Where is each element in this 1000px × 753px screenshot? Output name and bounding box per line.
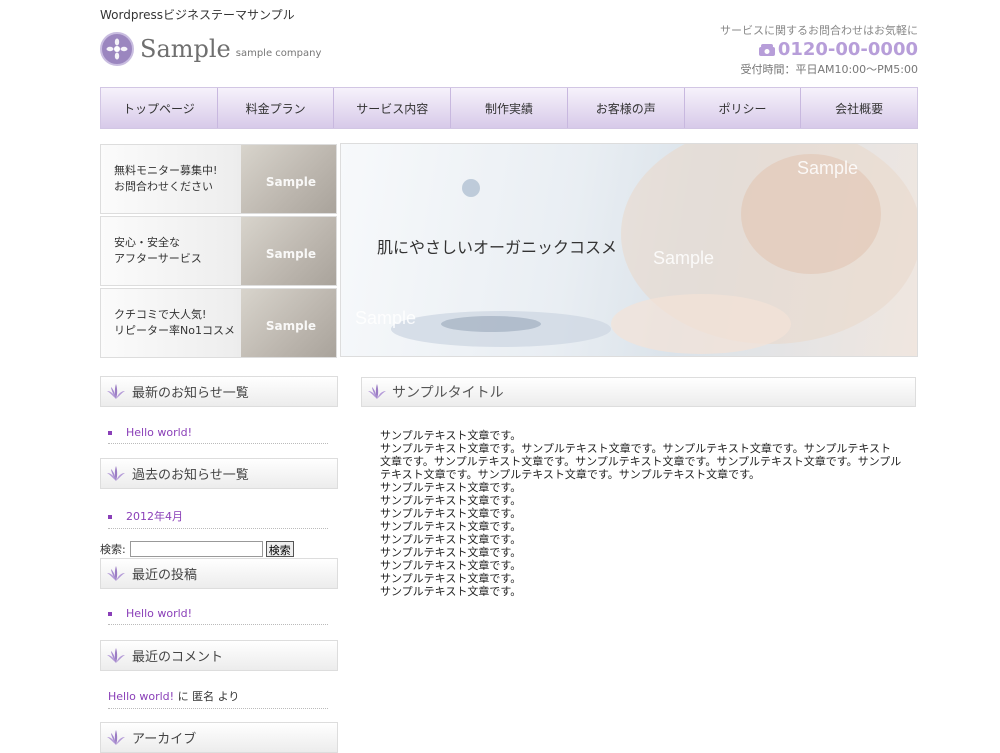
- logo-subtitle: sample company: [235, 48, 322, 59]
- phone-number: 0120-00-0000: [777, 39, 918, 60]
- banner-watermark: Sample: [265, 247, 316, 261]
- widget-title: 過去のお知らせ一覧: [132, 468, 249, 483]
- nav-item-testimonials[interactable]: お客様の声: [568, 88, 685, 128]
- nav-item-pricing[interactable]: 料金プラン: [218, 88, 335, 128]
- nav-item-services[interactable]: サービス内容: [334, 88, 452, 128]
- body-paragraph: サンプルテキスト文章です。: [380, 429, 522, 442]
- banner-aftercare[interactable]: 安心・安全な アフターサービス Sample: [100, 216, 337, 286]
- phone-icon: [758, 43, 775, 56]
- contact-block: サービスに関するお問合わせはお気軽に 0120-00-0000 受付時間：平日A…: [720, 22, 918, 77]
- recent-post-link[interactable]: Hello world!: [126, 607, 192, 620]
- site-logo[interactable]: Sample sample company: [100, 32, 321, 66]
- search-input[interactable]: [129, 541, 263, 557]
- list-item[interactable]: Hello world!: [108, 607, 328, 625]
- banner-monitor[interactable]: 無料モニター募集中! お問合わせください Sample: [100, 144, 337, 214]
- lotus-logo-icon: [100, 32, 134, 66]
- main-title-bar: サンプルタイトル: [361, 377, 916, 407]
- list-item[interactable]: 2012年4月: [108, 508, 328, 529]
- lotus-icon: [107, 565, 125, 581]
- hero-watermark: Sample: [355, 308, 417, 328]
- news-link[interactable]: Hello world!: [126, 426, 192, 439]
- comment-post-link[interactable]: Hello world!: [108, 690, 174, 703]
- body-paragraph: サンプルテキスト文章です。: [380, 507, 522, 520]
- business-hours: 受付時間：平日AM10:00〜PM5:00: [740, 63, 918, 76]
- search-form: 検索: 検索: [100, 541, 294, 557]
- contact-note: サービスに関するお問合わせはお気軽に: [720, 24, 918, 37]
- logo-name: Sample: [140, 35, 231, 63]
- nav-item-company[interactable]: 会社概要: [801, 88, 917, 128]
- banner-line: アフターサービス: [114, 252, 202, 265]
- hero-watermark: Sample: [797, 158, 859, 178]
- body-paragraph: サンプルテキスト文章です。: [380, 494, 522, 507]
- hero-watermark: Sample: [653, 248, 715, 268]
- comment-connector: に: [177, 690, 189, 703]
- bullet-icon: [108, 515, 112, 519]
- body-paragraph: サンプルテキスト文章です。: [380, 481, 522, 494]
- widget-archive-header: アーカイブ: [100, 722, 338, 753]
- comment-author: 匿名: [192, 690, 215, 703]
- search-button[interactable]: 検索: [265, 541, 294, 557]
- banner-watermark: Sample: [265, 319, 316, 333]
- nav-item-top[interactable]: トップページ: [101, 88, 218, 128]
- main-body: サンプルテキスト文章です。 サンプルテキスト文章です。サンプルテキスト文章です。…: [380, 429, 902, 598]
- widget-title: 最近のコメント: [132, 650, 224, 665]
- banner-line: クチコミで大人気!: [114, 308, 207, 321]
- lotus-icon: [107, 729, 125, 745]
- body-paragraph: サンプルテキスト文章です。: [380, 546, 522, 559]
- widget-past-news-header: 過去のお知らせ一覧: [100, 458, 338, 489]
- nav-item-works[interactable]: 制作実績: [451, 88, 568, 128]
- widget-title: 最新のお知らせ一覧: [132, 386, 249, 401]
- nav-item-policy[interactable]: ポリシー: [685, 88, 802, 128]
- hero-caption: 肌にやさしいオーガニックコスメ: [377, 238, 618, 257]
- archive-month-link[interactable]: 2012年4月: [126, 510, 183, 523]
- search-label: 検索:: [100, 543, 126, 556]
- global-nav: トップページ 料金プラン サービス内容 制作実績 お客様の声 ポリシー 会社概要: [100, 87, 918, 129]
- body-paragraph: サンプルテキスト文章です。: [380, 520, 522, 533]
- banner-watermark: Sample: [265, 175, 316, 189]
- list-item: Hello world! に 匿名 より: [108, 688, 328, 709]
- hero-image: 肌にやさしいオーガニックコスメ Sample Sample Sample: [340, 143, 918, 357]
- widget-title: 最近の投稿: [132, 568, 198, 583]
- contact-phone[interactable]: 0120-00-0000: [720, 39, 918, 60]
- banner-line: 無料モニター募集中!: [114, 164, 218, 177]
- body-paragraph: サンプルテキスト文章です。サンプルテキスト文章です。サンプルテキスト文章です。サ…: [380, 442, 902, 481]
- list-item[interactable]: Hello world!: [108, 426, 328, 444]
- comment-suffix: より: [217, 690, 240, 703]
- body-paragraph: サンプルテキスト文章です。: [380, 585, 522, 598]
- lotus-icon: [107, 383, 125, 399]
- banner-popular[interactable]: クチコミで大人気! リピーター率No1コスメ Sample: [100, 288, 337, 358]
- widget-news-header: 最新のお知らせ一覧: [100, 376, 338, 407]
- body-paragraph: サンプルテキスト文章です。: [380, 559, 522, 572]
- banner-line: お問合わせください: [114, 180, 213, 193]
- body-paragraph: サンプルテキスト文章です。: [380, 572, 522, 585]
- bullet-icon: [108, 612, 112, 616]
- banner-line: 安心・安全な: [114, 236, 180, 249]
- site-tagline: Wordpressビジネステーマサンプル: [100, 8, 295, 22]
- banner-line: リピーター率No1コスメ: [114, 324, 235, 337]
- body-paragraph: サンプルテキスト文章です。: [380, 533, 522, 546]
- bullet-icon: [108, 431, 112, 435]
- widget-title: アーカイブ: [132, 732, 197, 747]
- lotus-icon: [107, 465, 125, 481]
- lotus-icon: [368, 384, 386, 399]
- widget-recent-posts-header: 最近の投稿: [100, 558, 338, 589]
- page-title: サンプルタイトル: [392, 385, 504, 401]
- widget-recent-comments-header: 最近のコメント: [100, 640, 338, 671]
- lotus-icon: [107, 647, 125, 663]
